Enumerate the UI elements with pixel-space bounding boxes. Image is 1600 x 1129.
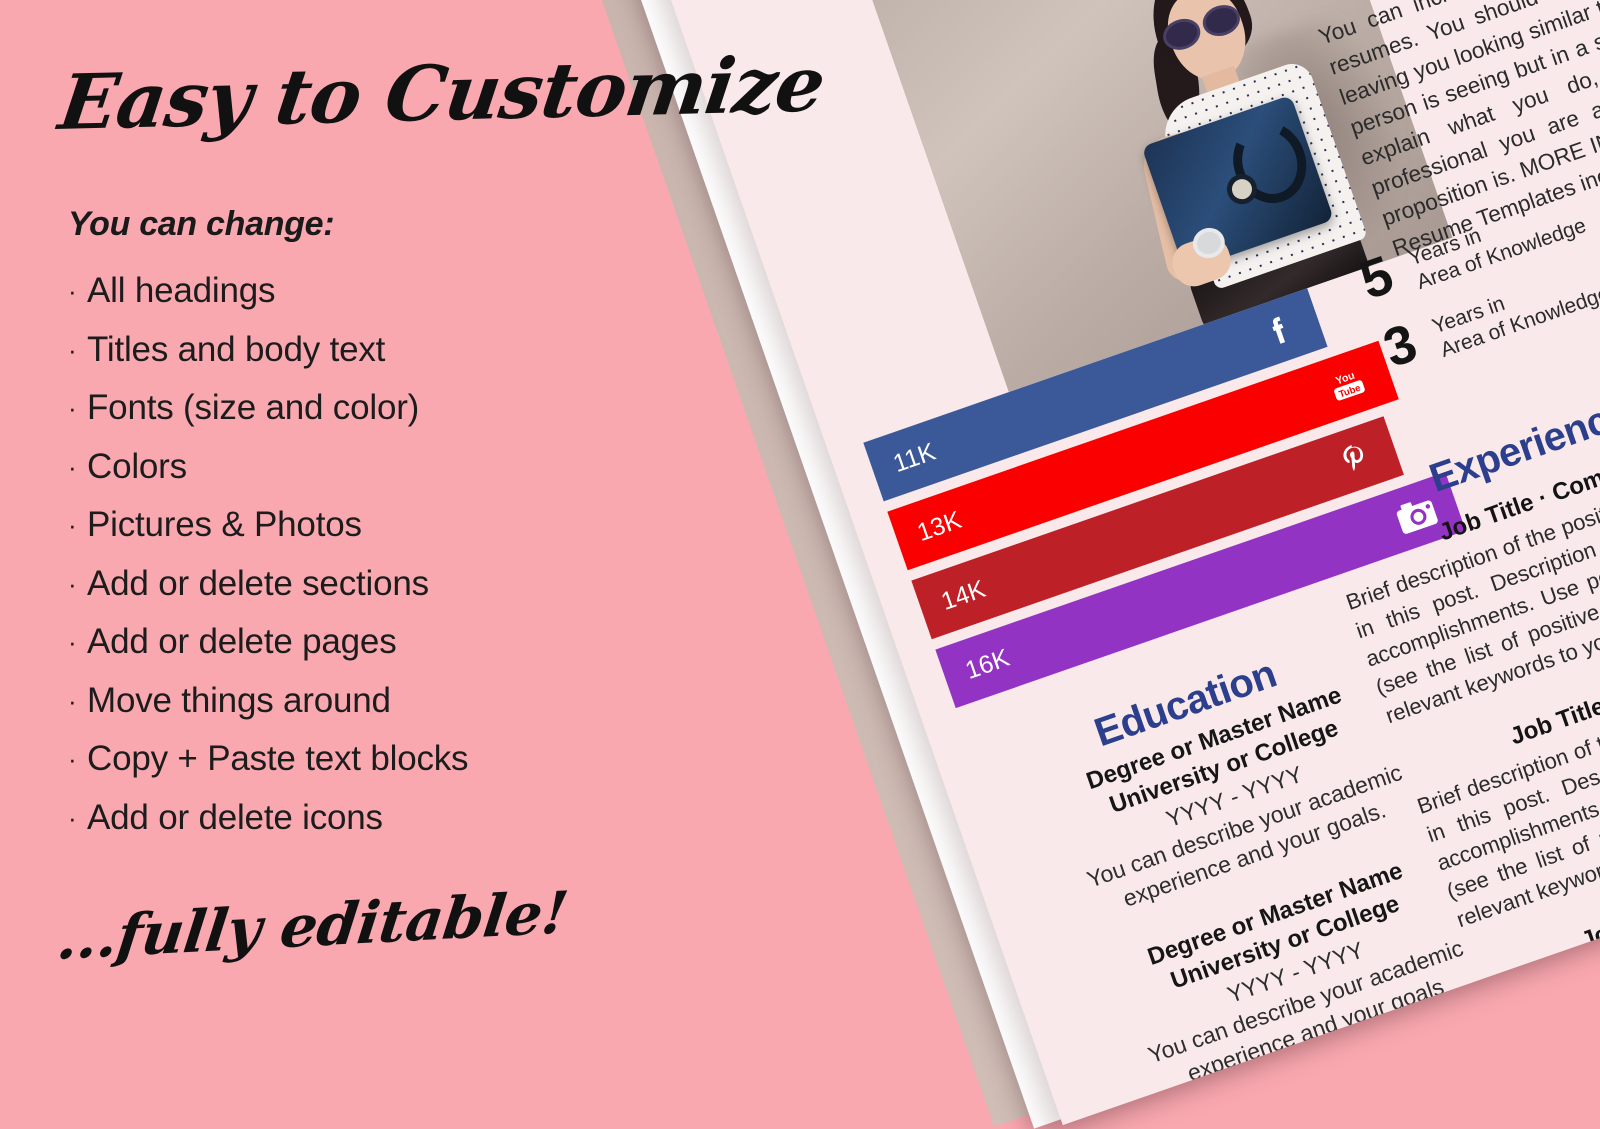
promo-list-item: ·Add or delete icons — [68, 789, 688, 848]
promo-list-item: ·Add or delete sections — [68, 555, 688, 614]
bullet-icon: · — [68, 555, 87, 614]
resume-page: City, State 123.456.7891 yourname@mail.c… — [632, 0, 1600, 1125]
promo-list-item: ·Copy + Paste text blocks — [68, 730, 688, 789]
promo-headline: Easy to Customize — [54, 43, 668, 147]
bullet-icon: · — [68, 730, 87, 789]
promo-feature-list: ·All headings ·Titles and body text ·Fon… — [68, 262, 688, 847]
bullet-icon: · — [68, 672, 87, 731]
promo-list-item: ·All headings — [68, 262, 688, 321]
instagram-count: 16K — [962, 643, 1014, 685]
promo-list-item: ·Move things around — [68, 672, 688, 731]
pinterest-count: 14K — [938, 574, 990, 616]
pinterest-icon — [1333, 436, 1379, 482]
youtube-icon: You Tube — [1322, 362, 1373, 406]
promo-list-item: ·Fonts (size and color) — [68, 379, 688, 438]
youtube-count: 13K — [914, 505, 966, 547]
bullet-icon: · — [68, 789, 87, 848]
bullet-icon: · — [68, 496, 87, 555]
bullet-icon: · — [68, 613, 87, 672]
promo-footer: ...fully editable! — [54, 876, 627, 973]
promo-list-item: ·Titles and body text — [68, 321, 688, 380]
promo-list-item: ·Add or delete pages — [68, 613, 688, 672]
bullet-icon: · — [68, 262, 87, 321]
bullet-icon: · — [68, 379, 87, 438]
promo-panel: Easy to Customize You can change: ·All h… — [0, 0, 700, 1066]
promo-list-item: ·Colors — [68, 438, 688, 497]
bullet-icon: · — [68, 438, 87, 497]
facebook-icon — [1254, 307, 1302, 355]
facebook-count: 11K — [890, 437, 940, 478]
promo-list-item: ·Pictures & Photos — [68, 496, 688, 555]
promo-subheading: You can change: — [68, 205, 334, 244]
bullet-icon: · — [68, 321, 87, 380]
